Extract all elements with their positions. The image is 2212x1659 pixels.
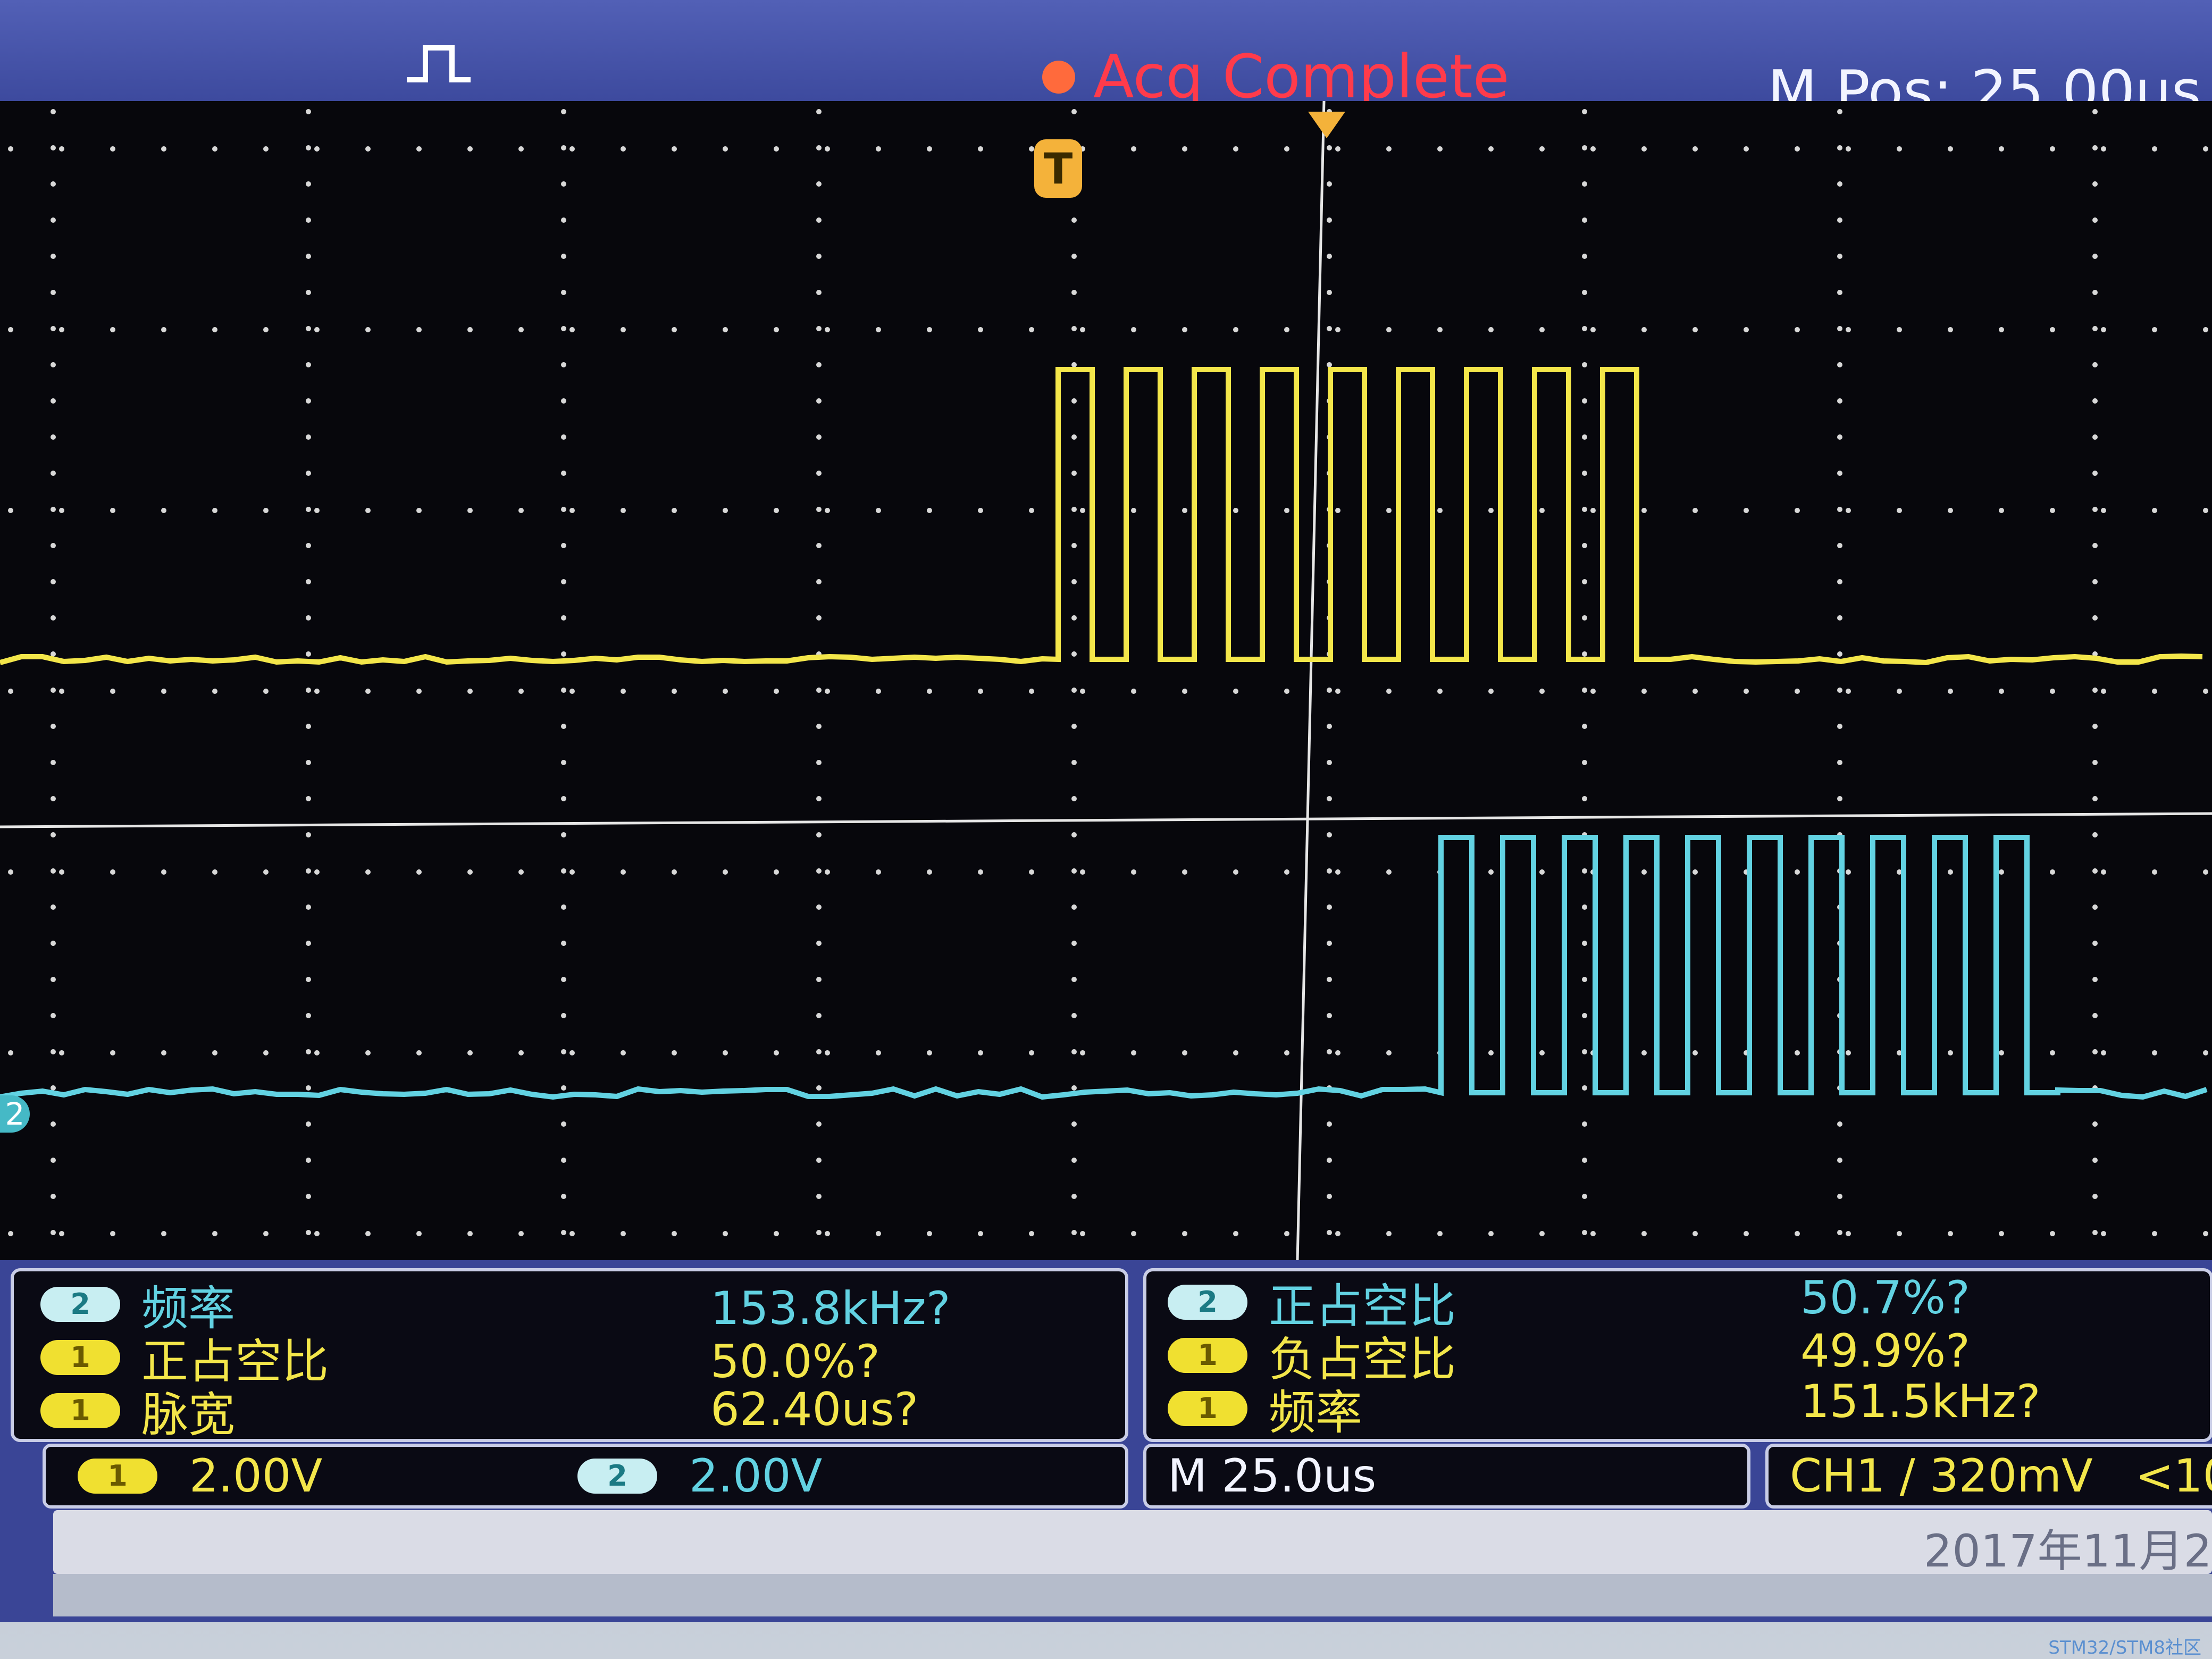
watermark: STM32/STM8社区 <box>2048 1633 2201 1659</box>
channel-2-chip: 2 <box>40 1287 120 1322</box>
svg-text:T: T <box>1044 144 1073 194</box>
trigger-info: CH1 ∕ 320mV <10 <box>1790 1449 2212 1503</box>
trigger-box[interactable]: CH1 ∕ 320mV <10 <box>1765 1444 2212 1509</box>
center-horizontal-axis <box>0 814 2212 827</box>
trigger-extra: <10 <box>2135 1449 2212 1503</box>
oscilloscope-screen: Acq Complete M Pos: 25.00us T 2 2 频率 153… <box>0 0 2212 1622</box>
vertical-scale-bar[interactable]: 1 2.00V 2 2.00V <box>43 1444 1128 1509</box>
trigger-marker: T <box>1034 139 1082 198</box>
measurement-area: 2 频率 153.8kHz? 1 正占空比 50.0%? 1 脉宽 62.40u… <box>0 1260 2212 1622</box>
grid-dots <box>8 109 2208 1236</box>
ch2-waveform-trace <box>0 837 2207 1097</box>
ch1-scale[interactable]: 1 2.00V <box>78 1449 322 1503</box>
graticule-svg: T <box>0 101 2212 1260</box>
trigger-position-marker-icon <box>1308 112 1345 138</box>
ch2-scale[interactable]: 2 2.00V <box>577 1449 822 1503</box>
channel-2-chip: 2 <box>577 1459 657 1494</box>
measurement-label: 脉宽 <box>141 1377 235 1445</box>
message-bar <box>53 1574 2212 1616</box>
ch1-volts-per-div: 2.00V <box>189 1449 322 1503</box>
timebase: M 25.0us <box>1168 1449 1376 1503</box>
measurement-value: 50.7%? <box>1800 1271 1970 1325</box>
timebase-box[interactable]: M 25.0us <box>1143 1444 1750 1509</box>
channel-1-chip: 1 <box>1168 1338 1247 1373</box>
date-bar: 2017年11月2 <box>53 1510 2212 1574</box>
channel-1-chip: 1 <box>40 1393 120 1428</box>
channel-2-chip: 2 <box>1168 1285 1247 1320</box>
trigger-level: CH1 ∕ 320mV <box>1790 1449 2093 1503</box>
measurement-row: 1 负占空比 <box>1168 1329 1456 1382</box>
date-text: 2017年11月2 <box>1924 1515 2212 1580</box>
ch2-volts-per-div: 2.00V <box>689 1449 822 1503</box>
acquisition-status: Acq Complete <box>1042 48 1510 106</box>
measurement-row: 2 频率 <box>40 1278 235 1331</box>
measurement-panel-right[interactable]: 2 正占空比 50.7%? 1 负占空比 49.9%? 1 频率 151.5kH… <box>1143 1268 2212 1442</box>
measurement-value: 151.5kHz? <box>1800 1375 2040 1428</box>
channel-1-chip: 1 <box>40 1340 120 1375</box>
channel-1-chip: 1 <box>78 1459 157 1494</box>
measurement-label: 频率 <box>1269 1375 1362 1443</box>
measurement-row: 1 频率 <box>1168 1382 1362 1435</box>
measurement-value: 49.9%? <box>1800 1325 1970 1378</box>
waveform-graticule[interactable]: T <box>0 101 2212 1260</box>
measurement-value: 50.0%? <box>710 1335 880 1388</box>
measurement-value: 62.40us? <box>710 1383 918 1436</box>
channel-1-chip: 1 <box>1168 1391 1247 1426</box>
ch1-waveform-trace <box>0 370 2202 663</box>
pulse-icon <box>404 43 473 85</box>
measurement-row: 2 正占空比 <box>1168 1276 1456 1329</box>
status-bar: Acq Complete M Pos: 25.00us <box>0 0 2212 101</box>
measurement-row: 1 正占空比 <box>40 1331 329 1384</box>
measurement-panel-left[interactable]: 2 频率 153.8kHz? 1 正占空比 50.0%? 1 脉宽 62.40u… <box>11 1268 1128 1442</box>
acquisition-dot-icon <box>1042 61 1075 94</box>
center-vertical-axis <box>1297 101 1324 1260</box>
timebase-value: M 25.0us <box>1168 1449 1376 1503</box>
measurement-row: 1 脉宽 <box>40 1384 235 1437</box>
measurement-value: 153.8kHz? <box>710 1282 950 1335</box>
